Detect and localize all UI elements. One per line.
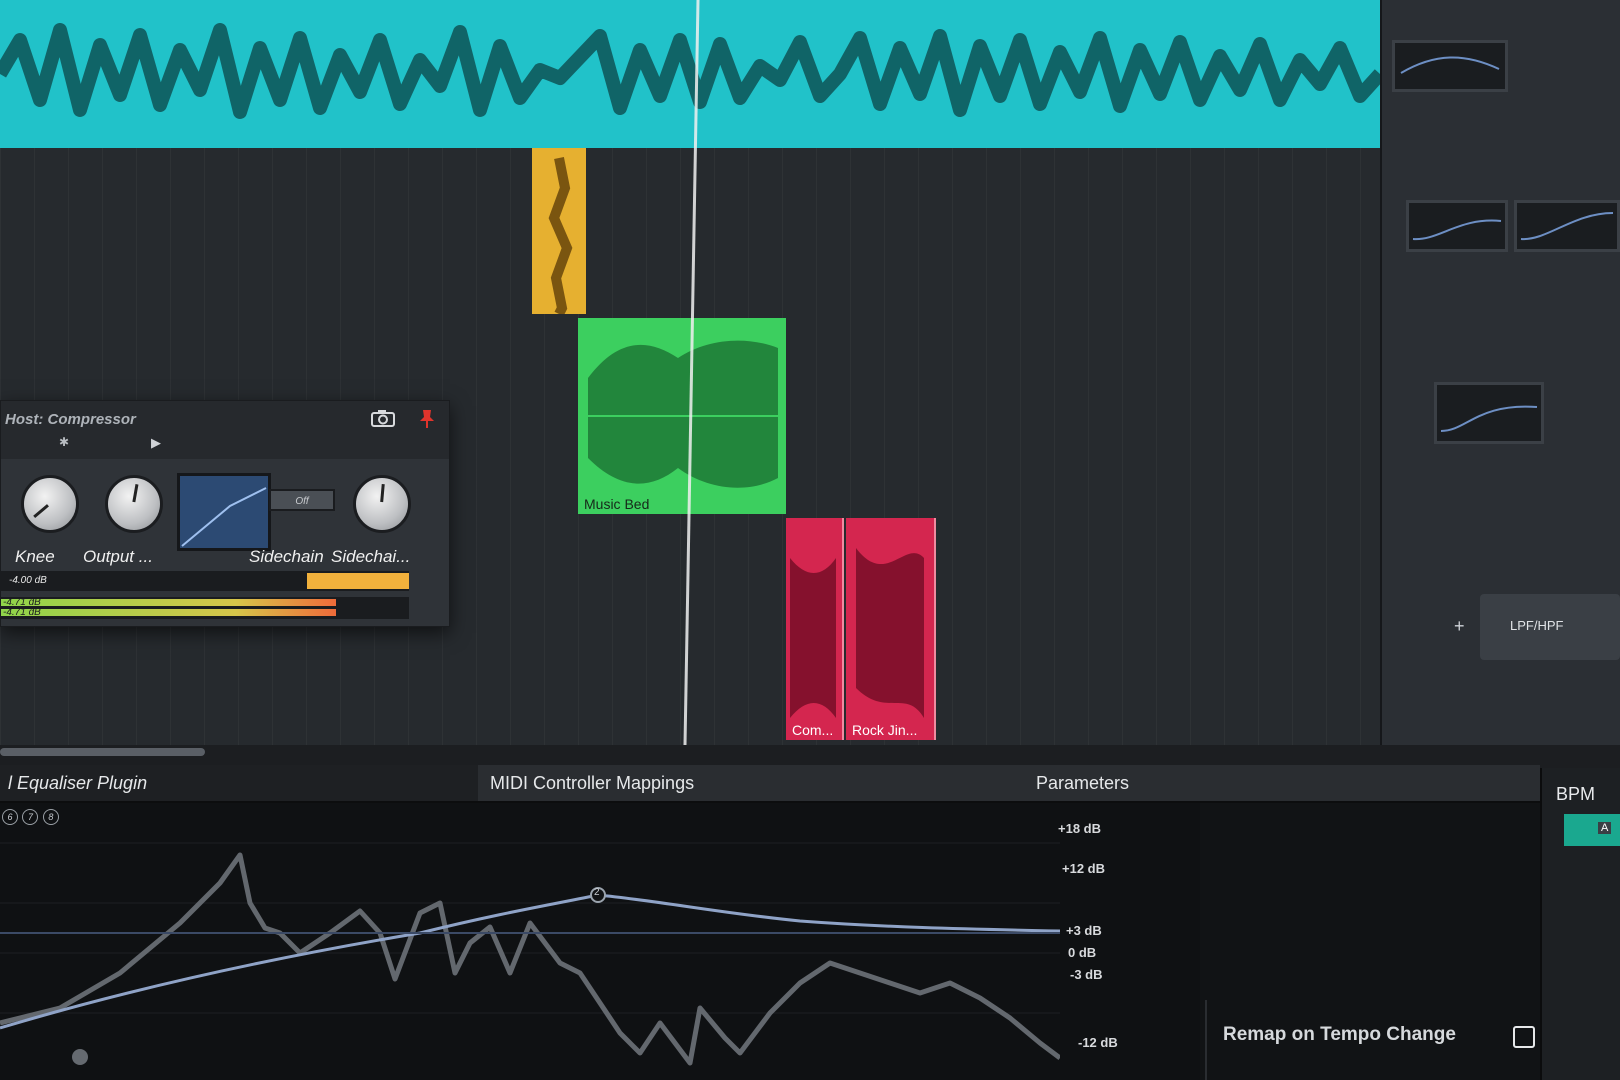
audio-clip-comp[interactable]: Com...	[786, 518, 844, 740]
audio-clip-music-bed[interactable]: Music Bed	[578, 318, 786, 514]
band-selector: 6 7 8	[2, 807, 59, 825]
sidechain-toggle[interactable]: Off	[269, 489, 335, 511]
audio-clip-sting[interactable]	[532, 148, 586, 314]
band-button-8[interactable]: 8	[42, 809, 59, 825]
pin-icon[interactable]	[419, 409, 435, 429]
mini-graph-3[interactable]	[1514, 200, 1620, 252]
sidechain-gain-label: Sidechai...	[331, 547, 411, 566]
tab-midi-controller-mappings[interactable]: MIDI Controller Mappings	[482, 765, 1010, 801]
clip-label-comp: Com...	[792, 722, 834, 738]
arrangement-view: Music Bed A Com... Rock Jin... A +	[0, 0, 1620, 745]
sidechain-toggle-label: Off	[295, 496, 309, 507]
mini-graph-1[interactable]	[1392, 40, 1508, 92]
play-icon[interactable]: ▶	[151, 435, 161, 451]
bottom-tab-bar: l Equaliser Plugin MIDI Controller Mappi…	[0, 765, 1540, 803]
spectrum-line	[0, 852, 1060, 1066]
add-plugin-icon[interactable]: +	[1454, 616, 1465, 637]
db-label-plus-12: +12 dB	[1062, 861, 1105, 876]
level-meter: -4.71 dB -4.71 dB	[1, 597, 409, 619]
knee-label: Knee	[15, 547, 55, 566]
bpm-badge: A	[1598, 822, 1612, 834]
eq-frequency-handle[interactable]	[72, 1049, 88, 1065]
db-label-plus-18: +18 dB	[1058, 821, 1101, 836]
eq-band-node-label[interactable]: 2	[594, 887, 600, 898]
db-label-minus-12: -12 dB	[1078, 1035, 1118, 1050]
mini-graph-4[interactable]	[1434, 382, 1544, 444]
horizontal-scrollbar[interactable]	[0, 748, 205, 756]
sidechain-label: Sidechain	[249, 547, 324, 566]
clip-label-music-bed: Music Bed	[584, 496, 650, 512]
lpf-hpf-button[interactable]: LPF/HPF	[1480, 594, 1620, 660]
db-label-plus-3: +3 dB	[1066, 923, 1102, 938]
band-button-7[interactable]: 7	[22, 809, 39, 825]
db-label-0: 0 dB	[1068, 945, 1097, 960]
tab-equaliser-plugin[interactable]: l Equaliser Plugin	[0, 765, 478, 801]
compressor-plugin-window: Host: Compressor ✱ ▶ Off Knee Output ...…	[0, 400, 450, 627]
output-label: Output ...	[83, 547, 153, 566]
parameters-panel: Remap on Tempo Change	[1205, 1000, 1537, 1080]
bpm-automation-button[interactable]: A	[1564, 814, 1620, 846]
remap-on-tempo-change-checkbox[interactable]	[1513, 1026, 1535, 1048]
compressor-title: Host: Compressor	[5, 411, 136, 428]
remap-on-tempo-change-label: Remap on Tempo Change	[1223, 1024, 1456, 1045]
compressor-header: Host: Compressor ✱ ▶	[1, 401, 449, 459]
knee-knob[interactable]	[21, 475, 79, 533]
plugin-rack-panel: + LPF/HPF	[1380, 0, 1620, 745]
audio-clip-dialogue[interactable]	[0, 0, 1380, 148]
equaliser-graph[interactable]: 2 6 7 8 +18 dB +12 dB +3 dB 0 dB -3 dB -…	[0, 803, 1200, 1080]
clip-label-rock-jingle: Rock Jin...	[852, 722, 918, 738]
compression-curve-display[interactable]	[177, 473, 271, 551]
band-button-6[interactable]: 6	[2, 809, 18, 825]
star-icon[interactable]: ✱	[59, 435, 69, 449]
threshold-readout: -4.00 dB	[9, 575, 47, 586]
sidechain-gain-knob[interactable]	[353, 475, 411, 533]
camera-icon[interactable]	[371, 409, 395, 427]
tab-equaliser-label: l Equaliser Plugin	[8, 773, 148, 793]
tab-parameters[interactable]: Parameters	[1028, 765, 1536, 801]
mini-graph-2[interactable]	[1406, 200, 1508, 252]
tab-midi-label: MIDI Controller Mappings	[490, 773, 695, 793]
threshold-fill	[307, 573, 409, 589]
eq-curve	[0, 893, 1060, 1030]
track-lane-2[interactable]	[0, 148, 1500, 319]
level-meter-right	[1, 609, 336, 616]
threshold-slider[interactable]: -4.00 dB	[1, 571, 409, 591]
bpm-panel: BPM A	[1540, 768, 1620, 1080]
db-label-minus-3: -3 dB	[1070, 967, 1103, 982]
output-knob[interactable]	[105, 475, 163, 533]
audio-clip-rock-jingle[interactable]: Rock Jin...	[846, 518, 936, 740]
tab-parameters-label: Parameters	[1036, 773, 1130, 793]
meter-right-readout: -4.71 dB	[3, 607, 41, 618]
lpf-hpf-label: LPF/HPF	[1510, 618, 1564, 633]
level-meter-left	[1, 599, 336, 606]
bpm-title: BPM	[1556, 784, 1596, 804]
